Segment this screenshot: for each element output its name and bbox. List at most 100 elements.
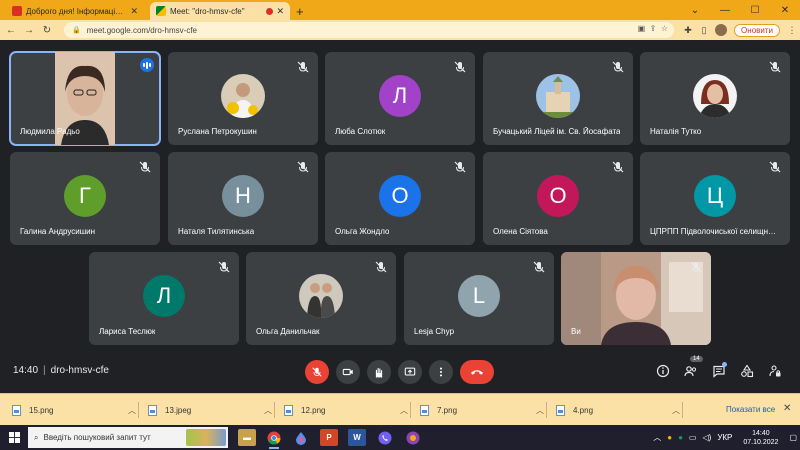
- participant-name: Lesja Chyp: [414, 327, 455, 336]
- info-icon: [656, 364, 670, 378]
- address-bar[interactable]: 🔒 meet.google.com/dro-hmsv-cfe ▣ ⇪ ☆: [64, 22, 674, 38]
- present-screen-button[interactable]: [398, 360, 422, 384]
- taskbar-clock[interactable]: 14:40 07.10.2022: [743, 429, 778, 447]
- chrome-icon[interactable]: [265, 429, 283, 449]
- chevron-up-icon[interactable]: ︿: [264, 405, 272, 416]
- forward-arrow-icon[interactable]: →: [22, 25, 36, 36]
- participant-tile[interactable]: Ц ЦПРПП Підволочиської селищної ради: [640, 152, 790, 245]
- update-button[interactable]: Оновити: [734, 23, 780, 37]
- reload-icon[interactable]: ↻: [40, 25, 54, 36]
- close-shelf-icon[interactable]: ✕: [783, 403, 791, 414]
- participant-tile[interactable]: Г Галина Андрусишин: [10, 152, 160, 245]
- maximize-icon[interactable]: ☐: [740, 5, 770, 16]
- app-badge-icon[interactable]: [404, 429, 422, 446]
- kebab-menu-icon[interactable]: ⋮: [784, 25, 800, 36]
- mic-off-icon: [297, 61, 309, 73]
- omnibox-actions: ▣ ⇪ ☆: [638, 24, 668, 33]
- participant-tile[interactable]: О Ольга Жондло: [325, 152, 475, 245]
- tray-chevron-up-icon[interactable]: ︿: [653, 432, 661, 443]
- microphone-toggle-button[interactable]: [305, 360, 329, 384]
- chat-button[interactable]: [710, 362, 728, 380]
- leave-call-button[interactable]: [460, 360, 494, 384]
- chevron-up-icon[interactable]: ︿: [128, 405, 136, 416]
- divider: [546, 402, 547, 418]
- new-tab-plus-icon[interactable]: +: [296, 2, 304, 20]
- notifications-icon[interactable]: ▢: [789, 433, 797, 442]
- viber-icon[interactable]: [376, 429, 394, 446]
- powerpoint-icon[interactable]: P: [320, 429, 338, 446]
- extensions-puzzle-icon[interactable]: ✚: [680, 25, 696, 36]
- more-options-button[interactable]: [429, 360, 453, 384]
- download-item[interactable]: 13.jpeg ︿: [148, 400, 278, 420]
- toolbar-right: ✚ ▯ Оновити ⋮: [680, 20, 800, 40]
- input-language[interactable]: УКР: [717, 433, 732, 442]
- mic-off-icon: [690, 261, 702, 273]
- download-item[interactable]: 4.png ︿: [556, 400, 686, 420]
- speaking-indicator-icon: [140, 58, 154, 72]
- present-icon: [404, 367, 416, 376]
- participant-tile[interactable]: Л Люба Слотюк: [325, 52, 475, 145]
- browser-tab-meet[interactable]: Meet: "dro-hmsv-cfe" ✕: [150, 2, 290, 20]
- mic-off-icon: [612, 61, 624, 73]
- meeting-info: 14:40 | dro-hmsv-cfe: [13, 365, 109, 376]
- download-item[interactable]: 7.png ︿: [420, 400, 550, 420]
- download-file-name: 4.png: [573, 405, 594, 415]
- file-explorer-icon[interactable]: ▬: [238, 429, 256, 446]
- download-item[interactable]: 15.png ︿: [12, 400, 142, 420]
- taskbar-search-input[interactable]: ⌕ Введіть пошуковий запит тут: [28, 427, 228, 448]
- word-icon[interactable]: W: [348, 429, 366, 446]
- profile-avatar[interactable]: [715, 24, 728, 36]
- people-icon: [684, 366, 697, 377]
- download-file-name: 15.png: [29, 405, 54, 415]
- participant-tile[interactable]: Л Лариса Теслюк: [89, 252, 239, 345]
- divider: [274, 402, 275, 418]
- participant-tile[interactable]: Наталія Тутко: [640, 52, 790, 145]
- side-panel-icon[interactable]: ▯: [696, 25, 712, 36]
- chevron-up-icon[interactable]: ︿: [672, 405, 680, 416]
- window-controls: ⌄ — ☐ ✕: [680, 0, 800, 20]
- bookmark-star-icon[interactable]: ☆: [661, 24, 668, 33]
- tab-favicon-icon: [12, 6, 22, 16]
- participant-name: Олена Сіятова: [493, 227, 548, 236]
- recording-dot-icon: [266, 7, 274, 15]
- chevron-up-icon[interactable]: ︿: [536, 405, 544, 416]
- share-icon[interactable]: ⇪: [650, 24, 657, 33]
- participant-initial: О: [379, 175, 421, 217]
- mic-off-icon: [312, 367, 322, 377]
- activities-button[interactable]: [738, 362, 756, 380]
- participant-tile[interactable]: L Lesja Chyp: [404, 252, 554, 345]
- close-window-icon[interactable]: ✕: [770, 5, 800, 16]
- participant-tile[interactable]: Бучацький Ліцей ім. Св. Йосафата: [483, 52, 633, 145]
- tab-title: Доброго дня! Інформаційне по: [26, 6, 128, 16]
- browser-tab-info[interactable]: Доброго дня! Інформаційне по ✕: [6, 2, 144, 20]
- self-tile[interactable]: Ви: [561, 252, 711, 345]
- people-button[interactable]: 14: [682, 356, 703, 380]
- host-controls-button[interactable]: [766, 362, 784, 380]
- participant-tile[interactable]: Людмила Радьо: [9, 51, 161, 146]
- volume-icon[interactable]: ◁): [702, 433, 711, 442]
- participant-tile[interactable]: Н Наталя Тилятинська: [168, 152, 318, 245]
- participant-tile[interactable]: Ольга Данильчак: [246, 252, 396, 345]
- more-vert-icon: [439, 367, 443, 377]
- camera-permission-icon[interactable]: ▣: [638, 24, 646, 33]
- network-icon[interactable]: ▭: [689, 433, 697, 442]
- paint-drop-icon[interactable]: [292, 429, 310, 446]
- close-tab-icon[interactable]: ✕: [130, 6, 138, 17]
- meeting-details-button[interactable]: [654, 362, 672, 380]
- raise-hand-button[interactable]: [367, 360, 391, 384]
- chevron-up-icon[interactable]: ︿: [400, 405, 408, 416]
- back-arrow-icon[interactable]: ←: [4, 25, 18, 36]
- participant-initial: Л: [143, 275, 185, 317]
- participant-tile[interactable]: Руслана Петрокушин: [168, 52, 318, 145]
- camera-toggle-button[interactable]: [336, 360, 360, 384]
- windows-start-icon[interactable]: [0, 425, 28, 450]
- tab-search-chevron-icon[interactable]: ⌄: [680, 5, 710, 16]
- tray-app-icon[interactable]: ●: [678, 433, 683, 442]
- tray-app-icon[interactable]: ●: [667, 433, 672, 442]
- participant-name: Наталя Тилятинська: [178, 227, 255, 236]
- minimize-icon[interactable]: —: [710, 5, 740, 16]
- show-all-downloads-link[interactable]: Показати все: [726, 405, 775, 414]
- close-tab-icon[interactable]: ✕: [276, 6, 284, 17]
- participant-tile[interactable]: О Олена Сіятова: [483, 152, 633, 245]
- download-item[interactable]: 12.png ︿: [284, 400, 414, 420]
